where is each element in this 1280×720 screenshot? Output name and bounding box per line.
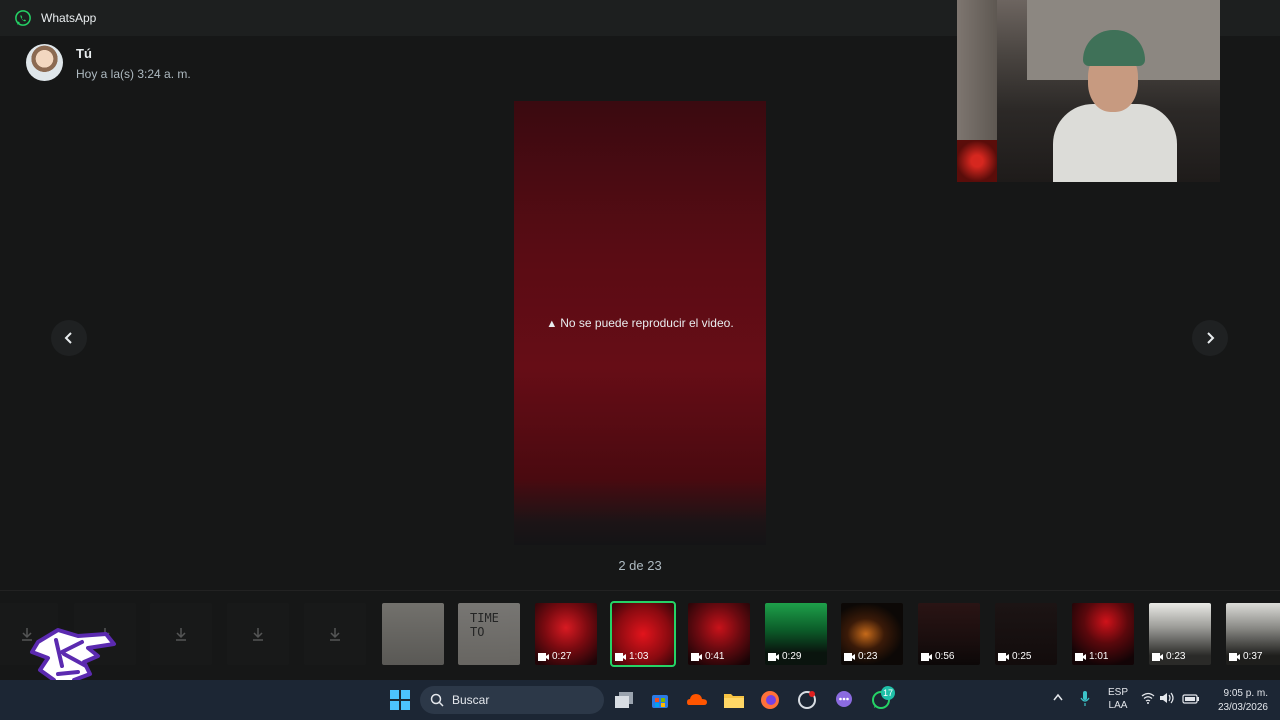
- windows-taskbar: Buscar ESP LAA: [0, 680, 1280, 720]
- video-camera-icon: [921, 652, 932, 661]
- download-icon: [253, 628, 263, 641]
- video-camera-icon: [844, 652, 855, 661]
- battery-icon[interactable]: [1182, 692, 1200, 707]
- thumbnail-video[interactable]: 0:27: [535, 603, 597, 665]
- video-camera-icon: [1075, 652, 1086, 661]
- webcam-overlay: [957, 0, 1220, 182]
- volume-icon[interactable]: [1160, 692, 1176, 707]
- thumbnail-document[interactable]: [382, 603, 444, 665]
- thumbnail-video[interactable]: 0:23: [1149, 603, 1211, 665]
- thumbnail-video[interactable]: 0:56: [918, 603, 980, 665]
- thumbnail-image-text: TIME TO: [470, 611, 499, 639]
- windows-logo-icon: [390, 690, 410, 710]
- language-indicator[interactable]: ESP LAA: [1108, 686, 1128, 712]
- warning-icon: ▲: [546, 318, 558, 330]
- download-icon: [176, 628, 186, 641]
- chevron-up-icon[interactable]: [1052, 692, 1064, 705]
- video-camera-icon: [691, 652, 702, 661]
- sender-info: Tú Hoy a la(s) 3:24 a. m.: [26, 44, 191, 81]
- whatsapp-unread-badge: 17: [881, 686, 896, 700]
- media-counter: 2 de 23: [618, 558, 662, 573]
- avatar[interactable]: [26, 44, 63, 81]
- app-title: WhatsApp: [41, 11, 97, 25]
- message-timestamp: Hoy a la(s) 3:24 a. m.: [76, 67, 191, 81]
- video-camera-icon: [1229, 652, 1240, 661]
- whatsapp-logo-icon: [15, 10, 31, 26]
- search-placeholder: Buscar: [452, 693, 490, 707]
- microsoft-store-icon[interactable]: [648, 688, 672, 712]
- thumbnail-duration: 1:03: [629, 651, 649, 662]
- thumbnail-duration: 0:29: [782, 651, 802, 662]
- video-camera-icon: [768, 652, 779, 661]
- whatsapp-window: WhatsApp Tú Hoy a la(s) 3:24 a. m. ▲ No s…: [0, 0, 1280, 680]
- lang-top: ESP: [1108, 687, 1129, 698]
- file-explorer-icon[interactable]: [722, 688, 746, 712]
- thumbnail-placeholder[interactable]: [304, 603, 366, 665]
- video-camera-icon: [538, 652, 549, 661]
- lang-bottom: LAA: [1108, 700, 1128, 711]
- thumbnail-image[interactable]: TIME TO: [458, 603, 520, 665]
- firefox-icon[interactable]: [758, 688, 782, 712]
- thumbnail-duration: 1:01: [1089, 651, 1109, 662]
- clock-time: 9:05 p. m.: [1223, 688, 1268, 699]
- app-icon[interactable]: [795, 688, 819, 712]
- thumbnail-video[interactable]: 0:41: [688, 603, 750, 665]
- thumbnail-duration: 0:23: [1166, 651, 1186, 662]
- video-camera-icon: [998, 652, 1009, 661]
- thumbnail-duration: 0:41: [705, 651, 725, 662]
- thumbnail-placeholder[interactable]: [227, 603, 289, 665]
- thumbnail-duration: 0:25: [1012, 651, 1032, 662]
- chat-app-icon[interactable]: [832, 688, 856, 712]
- sender-name: Tú: [76, 46, 92, 61]
- clock-date: 23/03/2026: [1217, 702, 1268, 713]
- download-icon: [330, 628, 340, 641]
- thumbnail-video[interactable]: 0:23: [841, 603, 903, 665]
- system-clock[interactable]: 9:05 p. m. 23/03/2026: [1208, 687, 1268, 715]
- thumbnail-video[interactable]: 0:29: [765, 603, 827, 665]
- soundcloud-icon[interactable]: [685, 688, 709, 712]
- taskbar-search[interactable]: Buscar: [420, 686, 604, 714]
- thumbnail-video[interactable]: 0:37: [1226, 603, 1280, 665]
- thumbnail-placeholder[interactable]: [150, 603, 212, 665]
- thumbnail-duration: 0:56: [935, 651, 955, 662]
- video-error-text: No se puede reproducir el video.: [560, 316, 734, 330]
- start-button[interactable]: [388, 688, 412, 712]
- video-camera-icon: [1152, 652, 1163, 661]
- media-thumbnail-strip: TIME TO 0:27 1:03 0:41 0:29 0:23 0:56 0:…: [0, 590, 1280, 680]
- thumbnail-video[interactable]: 0:25: [995, 603, 1057, 665]
- thumbnail-video-selected[interactable]: 1:03: [610, 601, 676, 667]
- microphone-icon[interactable]: [1080, 691, 1090, 710]
- next-media-button[interactable]: [1192, 320, 1228, 356]
- thumbnail-video[interactable]: 1:01: [1072, 603, 1134, 665]
- thumbnail-duration: 0:23: [858, 651, 878, 662]
- video-camera-icon: [615, 652, 626, 661]
- chevron-left-icon: [64, 332, 72, 344]
- chevron-right-icon: [1207, 332, 1215, 344]
- previous-media-button[interactable]: [51, 320, 87, 356]
- video-player[interactable]: ▲ No se puede reproducir el video.: [514, 101, 766, 545]
- thumbnail-duration: 0:27: [552, 651, 572, 662]
- wifi-icon[interactable]: [1141, 692, 1155, 707]
- task-view-icon[interactable]: [612, 688, 636, 712]
- search-icon: [430, 693, 444, 707]
- thumbnail-duration: 0:37: [1243, 651, 1263, 662]
- video-error-message: ▲ No se puede reproducir el video.: [514, 316, 766, 330]
